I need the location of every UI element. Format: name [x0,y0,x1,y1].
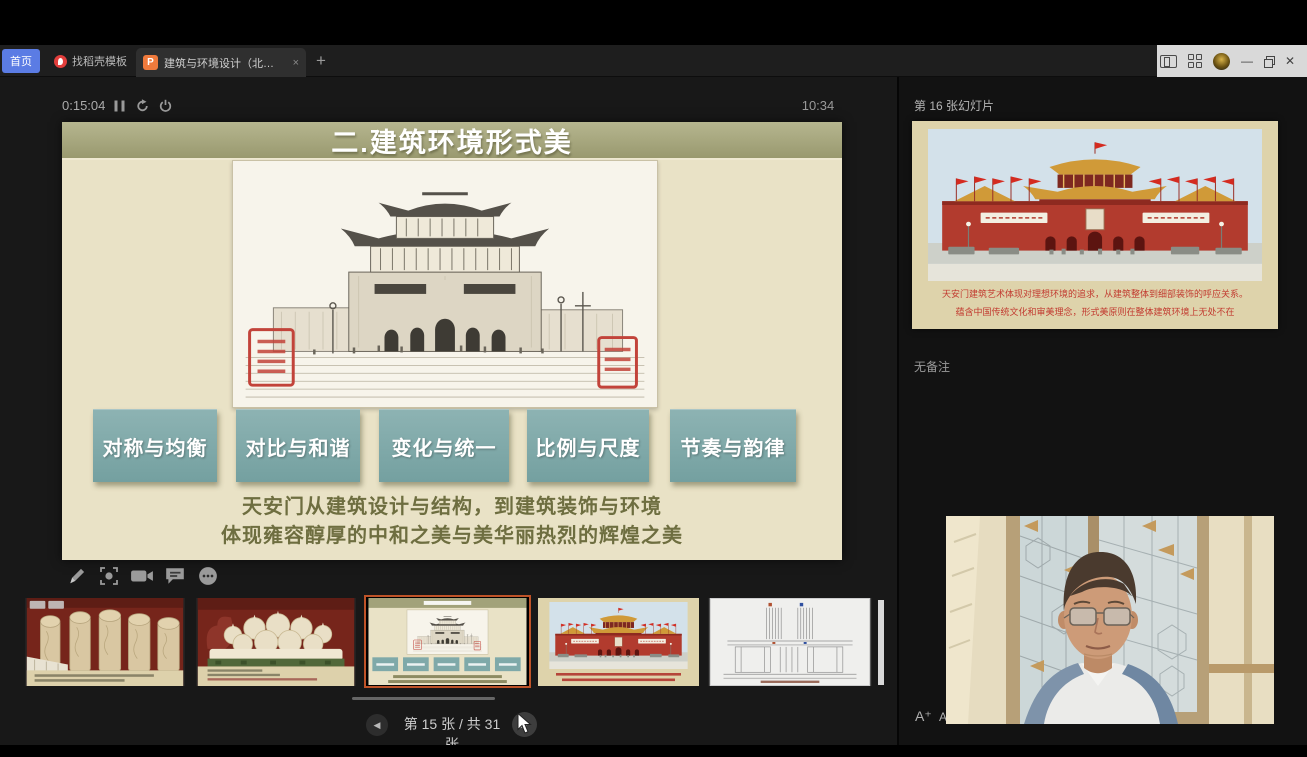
concept-button-proportion: 比例与尺度 [527,409,649,482]
slide-caption-line2: 体现雍容醇厚的中和之美与美华丽热烈的辉煌之美 [62,519,842,548]
slide-title: 二.建筑环境形式美 [331,121,573,160]
next-slide-header: 第 16 张幻灯片 [914,97,994,114]
close-tab-icon[interactable]: × [293,57,299,69]
tab-document[interactable]: P 建筑与环境设计（北海）(2).pptx × [136,48,306,77]
new-tab-button[interactable]: + [310,49,332,73]
ppt-file-icon: P [143,55,158,70]
concept-button-rhythm: 节奏与韵律 [670,409,796,482]
minimize-button[interactable]: — [1241,55,1253,67]
next-slide-preview[interactable]: 天安门建筑艺术体现对理想环境的追求，从建筑整体到细部装饰的呼应关系。 蕴含中国传… [912,121,1278,329]
slide-thumbnail-15-selected[interactable] [364,595,531,688]
preview-caption-line1: 天安门建筑艺术体现对理想环境的追求，从建筑整体到细部装饰的呼应关系。 [918,287,1272,300]
more-options-icon[interactable] [197,566,219,586]
power-end-show-icon[interactable] [158,99,173,113]
screen: 首页 找稻壳模板 P 建筑与环境设计（北海）(2).pptx × + — ✕ 0… [0,0,1307,757]
presentation-timer: 0:15:04 [62,98,105,113]
concept-button-contrast: 对比与和谐 [236,409,360,482]
current-slide[interactable]: 二.建筑环境形式美 对称与均衡 对比与和谐 变化与统一 比例与尺度 节奏与韵律 … [62,122,842,560]
slide-title-band: 二.建筑环境形式美 [62,122,842,160]
tab-home-label: 首页 [10,53,32,69]
reset-timer-icon[interactable] [135,99,150,113]
concept-button-symmetry: 对称与均衡 [93,409,217,482]
presenter-webcam-video[interactable] [946,516,1274,724]
grid-view-icon[interactable] [1188,54,1202,68]
camera-icon[interactable] [130,566,154,586]
slide-caption-line1: 天安门从建筑设计与结构，到建筑装饰与环境 [62,490,842,519]
restore-window-button[interactable] [1264,56,1274,66]
slide-thumbnail-18-partial[interactable] [878,600,884,685]
concept-button-variation: 变化与统一 [379,409,509,482]
previous-slide-button[interactable]: ◀ [366,714,388,736]
slide-thumbnail-14[interactable] [196,598,356,686]
next-slide-panel: 第 16 张幻灯片 天安门建筑艺术体现对理想环境的追求，从建筑整体到细部装饰的呼… [897,77,1307,745]
slide-thumbnail-13[interactable] [25,598,185,686]
tiananmen-photo-image [928,129,1262,281]
thumbnail-scrollbar[interactable] [352,697,495,700]
browser-tab-bar: 首页 找稻壳模板 P 建筑与环境设计（北海）(2).pptx × + — ✕ [0,45,1307,77]
slide-thumbnail-17[interactable] [708,598,872,686]
tab-document-label: 建筑与环境设计（北海）(2).pptx [164,55,285,71]
side-by-side-view-icon[interactable] [1160,55,1177,68]
wall-clock: 10:34 [788,98,848,113]
pen-tool-icon[interactable] [66,566,88,586]
comment-icon[interactable] [164,566,186,586]
slide-thumbnail-16[interactable] [538,598,699,686]
docer-icon [54,55,67,68]
font-increase-button[interactable]: A⁺ [915,708,932,725]
window-controls: — ✕ [1157,45,1307,77]
notes-empty-label: 无备注 [914,358,950,375]
user-avatar[interactable] [1213,53,1230,70]
presenter-main-area: 0:15:04 10:34 二.建筑环境形式美 对称与均衡 对比与和谐 变化与统… [0,77,897,745]
tab-docer-templates[interactable]: 找稻壳模板 [46,49,135,73]
previous-arrow-icon: ◀ [374,720,381,731]
pause-timer-icon[interactable] [112,99,127,113]
tab-home[interactable]: 首页 [2,49,40,73]
laser-pointer-icon[interactable] [98,566,120,586]
tab-docer-label: 找稻壳模板 [72,53,127,69]
letterbox-bottom [0,745,1307,757]
tiananmen-engraving-image [232,160,658,408]
close-window-button[interactable]: ✕ [1285,55,1295,67]
preview-caption-line2: 蕴含中国传统文化和审美理念，形式美原则在整体建筑环境上无处不在 [918,305,1272,318]
mouse-cursor [517,713,533,735]
